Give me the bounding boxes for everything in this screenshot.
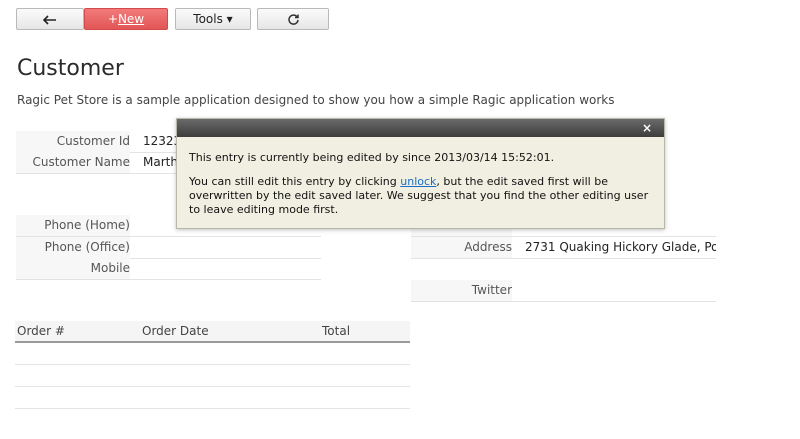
dialog-titlebar: × <box>177 119 664 137</box>
order-date-header: Order Date <box>142 324 209 338</box>
tools-button[interactable]: Tools ▾ <box>175 8 251 30</box>
close-icon[interactable]: × <box>642 120 652 136</box>
order-row-divider <box>15 364 410 365</box>
order-table-header: Order # Order Date Total <box>15 321 410 343</box>
order-row-divider <box>15 386 410 387</box>
order-row-divider <box>15 408 410 409</box>
customer-name-label: Customer Name <box>16 152 130 173</box>
phone-office-row: Phone (Office) <box>16 237 321 259</box>
editing-warning-dialog: × This entry is currently being edited b… <box>176 118 665 229</box>
mobile-label: Mobile <box>16 258 130 279</box>
phone-home-label: Phone (Home) <box>16 215 130 236</box>
mobile-row: Mobile <box>16 258 321 280</box>
order-number-header: Order # <box>17 324 65 338</box>
refresh-button[interactable] <box>257 8 329 30</box>
phone-office-label: Phone (Office) <box>16 237 130 258</box>
page-description: Ragic Pet Store is a sample application … <box>17 93 615 107</box>
twitter-label: Twitter <box>411 280 512 301</box>
order-total-header: Total <box>322 324 351 338</box>
new-button[interactable]: +New <box>84 8 168 30</box>
arrow-left-icon <box>42 12 57 26</box>
new-label: New <box>117 12 145 26</box>
dialog-message-editing: This entry is currently being edited by … <box>189 151 555 164</box>
dialog-body: This entry is currently being edited by … <box>177 137 664 217</box>
new-plus-label: + <box>107 12 118 26</box>
refresh-icon <box>287 12 300 26</box>
page-title: Customer <box>17 56 124 81</box>
dialog-text: You can still edit this entry by clickin… <box>189 175 401 188</box>
back-button[interactable] <box>16 8 84 30</box>
unlock-link[interactable]: unlock <box>400 175 436 188</box>
twitter-row: Twitter <box>411 280 716 302</box>
dialog-message-unlock: You can still edit this entry by clickin… <box>189 175 652 217</box>
customer-name-value[interactable]: Marth <box>143 152 178 173</box>
address-label: Address <box>411 237 512 258</box>
address-row: Address 2731 Quaking Hickory Glade, Pove <box>411 237 716 259</box>
customer-id-label: Customer Id <box>16 131 130 152</box>
address-value[interactable]: 2731 Quaking Hickory Glade, Pove <box>525 237 716 258</box>
